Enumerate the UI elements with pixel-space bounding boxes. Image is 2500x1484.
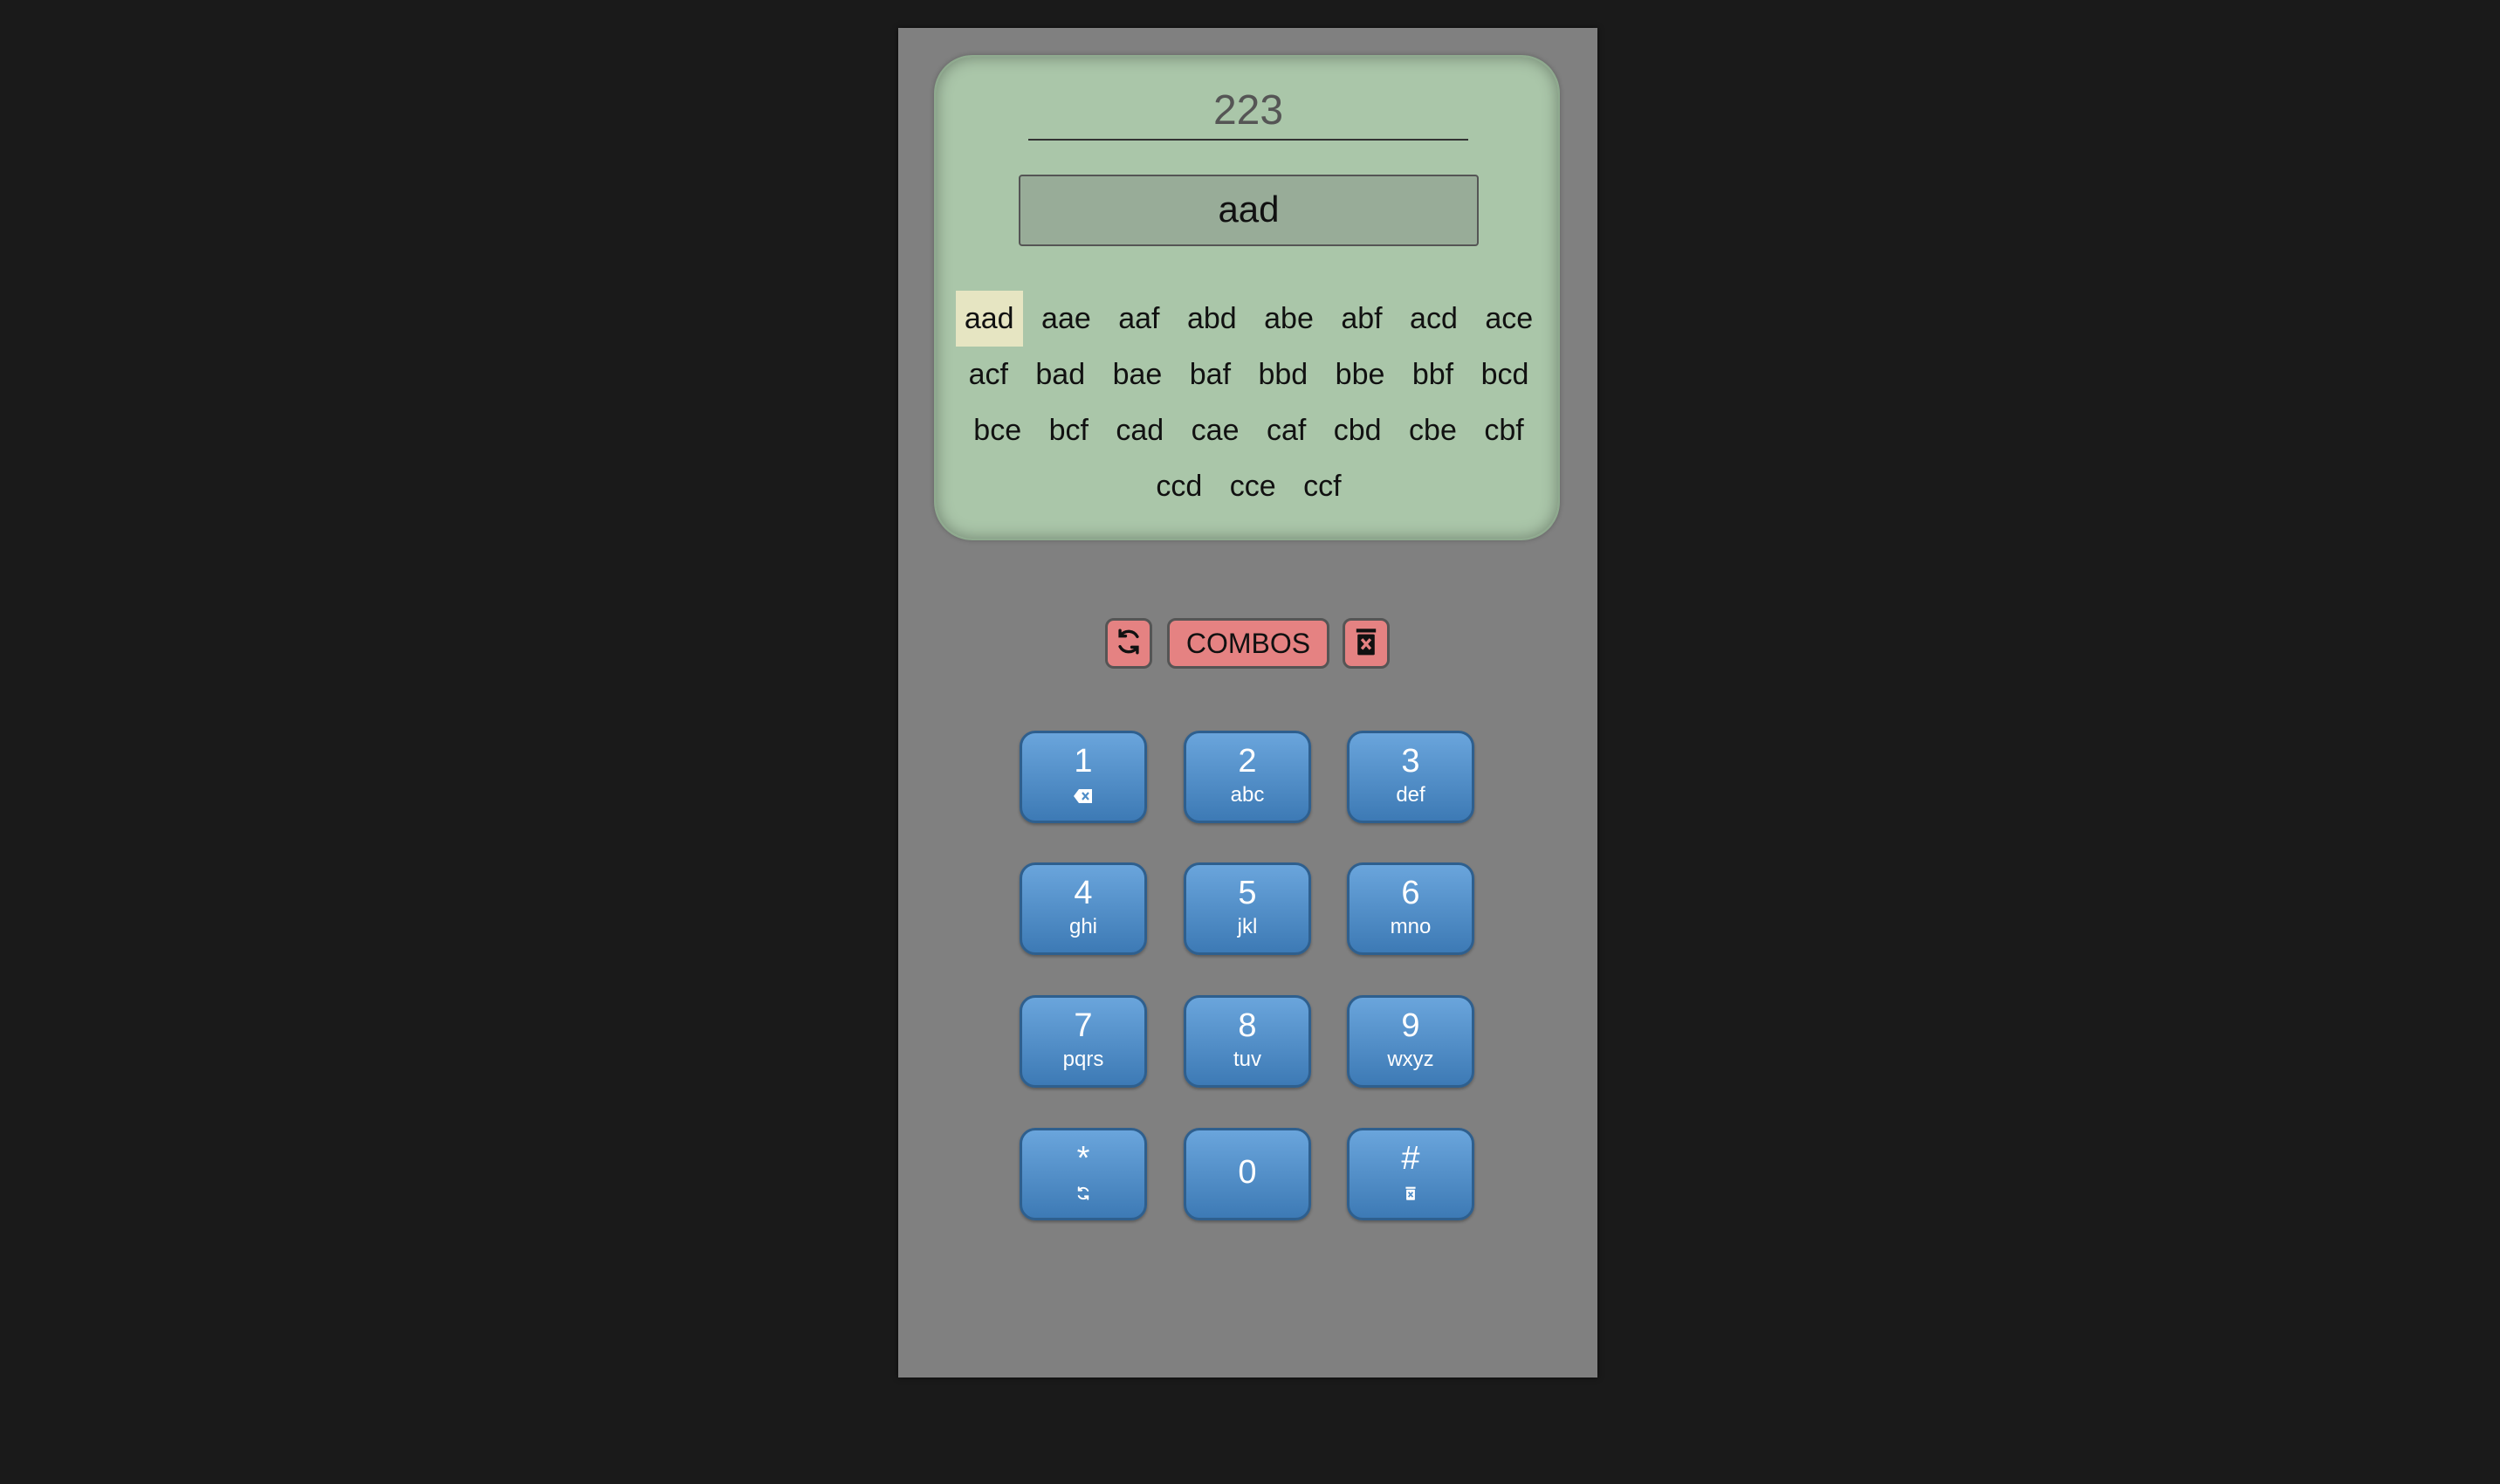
key-letters: jkl [1237, 915, 1258, 938]
refresh-icon [1114, 627, 1144, 661]
suggestion-item[interactable]: ace [1476, 291, 1542, 347]
key-5[interactable]: 5 jkl [1184, 862, 1311, 955]
key-3[interactable]: 3 def [1347, 731, 1474, 823]
suggestion-item[interactable]: abf [1332, 291, 1391, 347]
suggestion-item[interactable]: ccd [1147, 458, 1211, 514]
key-1[interactable]: 1 [1020, 731, 1147, 823]
suggestion-item[interactable]: bad [1027, 347, 1094, 402]
key-digit: 5 [1238, 875, 1257, 911]
suggestion-item[interactable]: bcd [1473, 347, 1538, 402]
key-digit: 2 [1238, 743, 1257, 780]
clear-button[interactable] [1343, 618, 1390, 669]
key-digit: 3 [1401, 743, 1420, 780]
refresh-icon [1022, 1181, 1144, 1204]
suggestion-item[interactable]: caf [1258, 402, 1315, 458]
suggestion-item[interactable]: bbf [1404, 347, 1462, 402]
key-star[interactable]: * [1020, 1128, 1147, 1220]
suggestion-item[interactable]: cce [1221, 458, 1285, 514]
suggestion-item[interactable]: cae [1183, 402, 1248, 458]
suggestion-item[interactable]: aaf [1109, 291, 1168, 347]
suggestion-list: aad aae aaf abd abe abf acd ace acf bad … [953, 291, 1544, 514]
suggestion-item[interactable]: aad [955, 291, 1023, 347]
suggestion-item[interactable]: baf [1181, 347, 1240, 402]
key-6[interactable]: 6 mno [1347, 862, 1474, 955]
digit-sequence: 223 [1028, 83, 1468, 141]
key-letters: tuv [1233, 1048, 1261, 1071]
suggestion-item[interactable]: aae [1033, 291, 1100, 347]
suggestion-item[interactable]: cbf [1475, 402, 1532, 458]
phone-body: 223 aad aad aae aaf abd abe abf acd ace … [898, 28, 1597, 1378]
key-2[interactable]: 2 abc [1184, 731, 1311, 823]
key-digit: # [1401, 1140, 1420, 1177]
control-row: COMBOS [898, 618, 1597, 672]
key-0[interactable]: 0 [1184, 1128, 1311, 1220]
combos-button[interactable]: COMBOS [1167, 618, 1329, 669]
cycle-button[interactable] [1105, 618, 1152, 669]
key-letters: mno [1390, 915, 1432, 938]
key-9[interactable]: 9 wxyz [1347, 995, 1474, 1088]
backspace-icon [1022, 784, 1144, 807]
key-digit: * [1076, 1140, 1090, 1177]
key-hash[interactable]: # [1347, 1128, 1474, 1220]
key-letters: pqrs [1062, 1048, 1104, 1071]
key-8[interactable]: 8 tuv [1184, 995, 1311, 1088]
current-word-field: aad [1019, 175, 1479, 246]
key-digit: 1 [1074, 743, 1093, 780]
suggestion-item[interactable]: cbd [1325, 402, 1391, 458]
key-letters: ghi [1068, 915, 1098, 938]
suggestion-item[interactable]: bce [965, 402, 1030, 458]
key-letters: abc [1230, 783, 1265, 807]
suggestion-item[interactable]: bae [1104, 347, 1171, 402]
key-letters: wxyz [1387, 1048, 1434, 1071]
suggestion-item[interactable]: ccf [1295, 458, 1350, 514]
trash-icon [1354, 627, 1378, 661]
suggestion-item[interactable]: abe [1255, 291, 1322, 347]
key-letters: def [1396, 783, 1425, 807]
suggestion-item[interactable]: bcf [1041, 402, 1097, 458]
suggestion-item[interactable]: cbe [1400, 402, 1466, 458]
key-digit: 4 [1074, 875, 1093, 911]
key-digit: 8 [1238, 1007, 1257, 1044]
suggestion-item[interactable]: bbe [1327, 347, 1394, 402]
key-digit: 9 [1401, 1007, 1420, 1044]
suggestion-item[interactable]: bbd [1249, 347, 1316, 402]
key-digit: 7 [1074, 1007, 1093, 1044]
key-7[interactable]: 7 pqrs [1020, 995, 1147, 1088]
key-4[interactable]: 4 ghi [1020, 862, 1147, 955]
suggestion-item[interactable]: acf [960, 347, 1017, 402]
trash-icon [1350, 1181, 1472, 1204]
key-digit: 0 [1238, 1154, 1257, 1191]
suggestion-item[interactable]: acd [1401, 291, 1466, 347]
key-digit: 6 [1401, 875, 1420, 911]
suggestion-item[interactable]: abd [1178, 291, 1246, 347]
suggestion-item[interactable]: cad [1107, 402, 1172, 458]
display-screen: 223 aad aad aae aaf abd abe abf acd ace … [934, 55, 1560, 540]
